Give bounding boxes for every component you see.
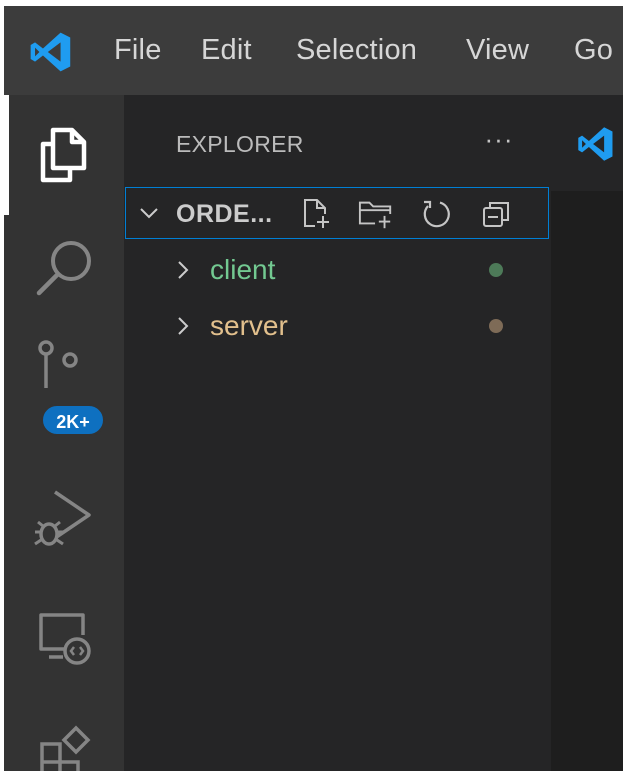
new-folder-icon	[358, 201, 392, 229]
editor-area	[551, 95, 623, 771]
refresh-button[interactable]	[418, 196, 454, 232]
refresh-icon	[423, 200, 450, 228]
menu-selection[interactable]: Selection	[296, 6, 417, 95]
collapse-all-icon	[483, 202, 509, 227]
editor-tabs	[551, 95, 623, 191]
vscode-logo-icon[interactable]	[27, 30, 73, 74]
vscode-file-icon[interactable]	[575, 125, 615, 163]
run-debug-icon	[34, 490, 91, 546]
new-file-icon	[304, 199, 329, 228]
search-icon	[36, 241, 91, 296]
git-status-dot	[489, 319, 503, 333]
menu-edit[interactable]: Edit	[201, 6, 252, 95]
tree-item-client[interactable]: client	[124, 243, 551, 297]
remote-explorer-icon	[39, 613, 91, 665]
collapse-all-button[interactable]	[478, 196, 514, 232]
git-status-dot	[489, 263, 503, 277]
chevron-right-icon	[178, 261, 189, 279]
activity-extensions[interactable]	[4, 707, 124, 771]
activity-search[interactable]	[4, 223, 124, 313]
menu-view[interactable]: View	[466, 6, 529, 95]
explorer-sidebar: EXPLORER ··· ORDE... client server	[124, 95, 551, 771]
activity-bar: 2K+	[4, 95, 124, 771]
activity-explorer[interactable]	[4, 110, 124, 200]
workspace-folder-header[interactable]: ORDE...	[125, 187, 549, 239]
title-bar: File Edit Selection View Go	[4, 6, 623, 95]
menu-go[interactable]: Go	[574, 6, 613, 95]
vscode-window: File Edit Selection View Go 2K+ EXPLORER…	[4, 6, 623, 771]
activity-remote-explorer[interactable]	[4, 593, 124, 683]
chevron-down-icon	[140, 208, 158, 219]
workspace-folder-label: ORDE...	[176, 200, 273, 228]
activity-run-debug[interactable]	[4, 472, 124, 562]
chevron-right-icon	[178, 317, 189, 335]
sidebar-title: EXPLORER	[176, 131, 304, 157]
explorer-icon	[40, 127, 87, 183]
source-control-badge: 2K+	[41, 404, 105, 436]
menu-file[interactable]: File	[114, 6, 162, 95]
extensions-icon	[40, 725, 91, 771]
tree-item-label: client	[210, 254, 276, 285]
new-file-button[interactable]	[298, 196, 334, 232]
more-actions-button[interactable]: ···	[479, 119, 519, 159]
new-folder-button[interactable]	[358, 196, 394, 232]
tree-item-server[interactable]: server	[124, 299, 551, 353]
tree-item-label: server	[210, 310, 288, 341]
source-control-icon	[38, 340, 78, 388]
